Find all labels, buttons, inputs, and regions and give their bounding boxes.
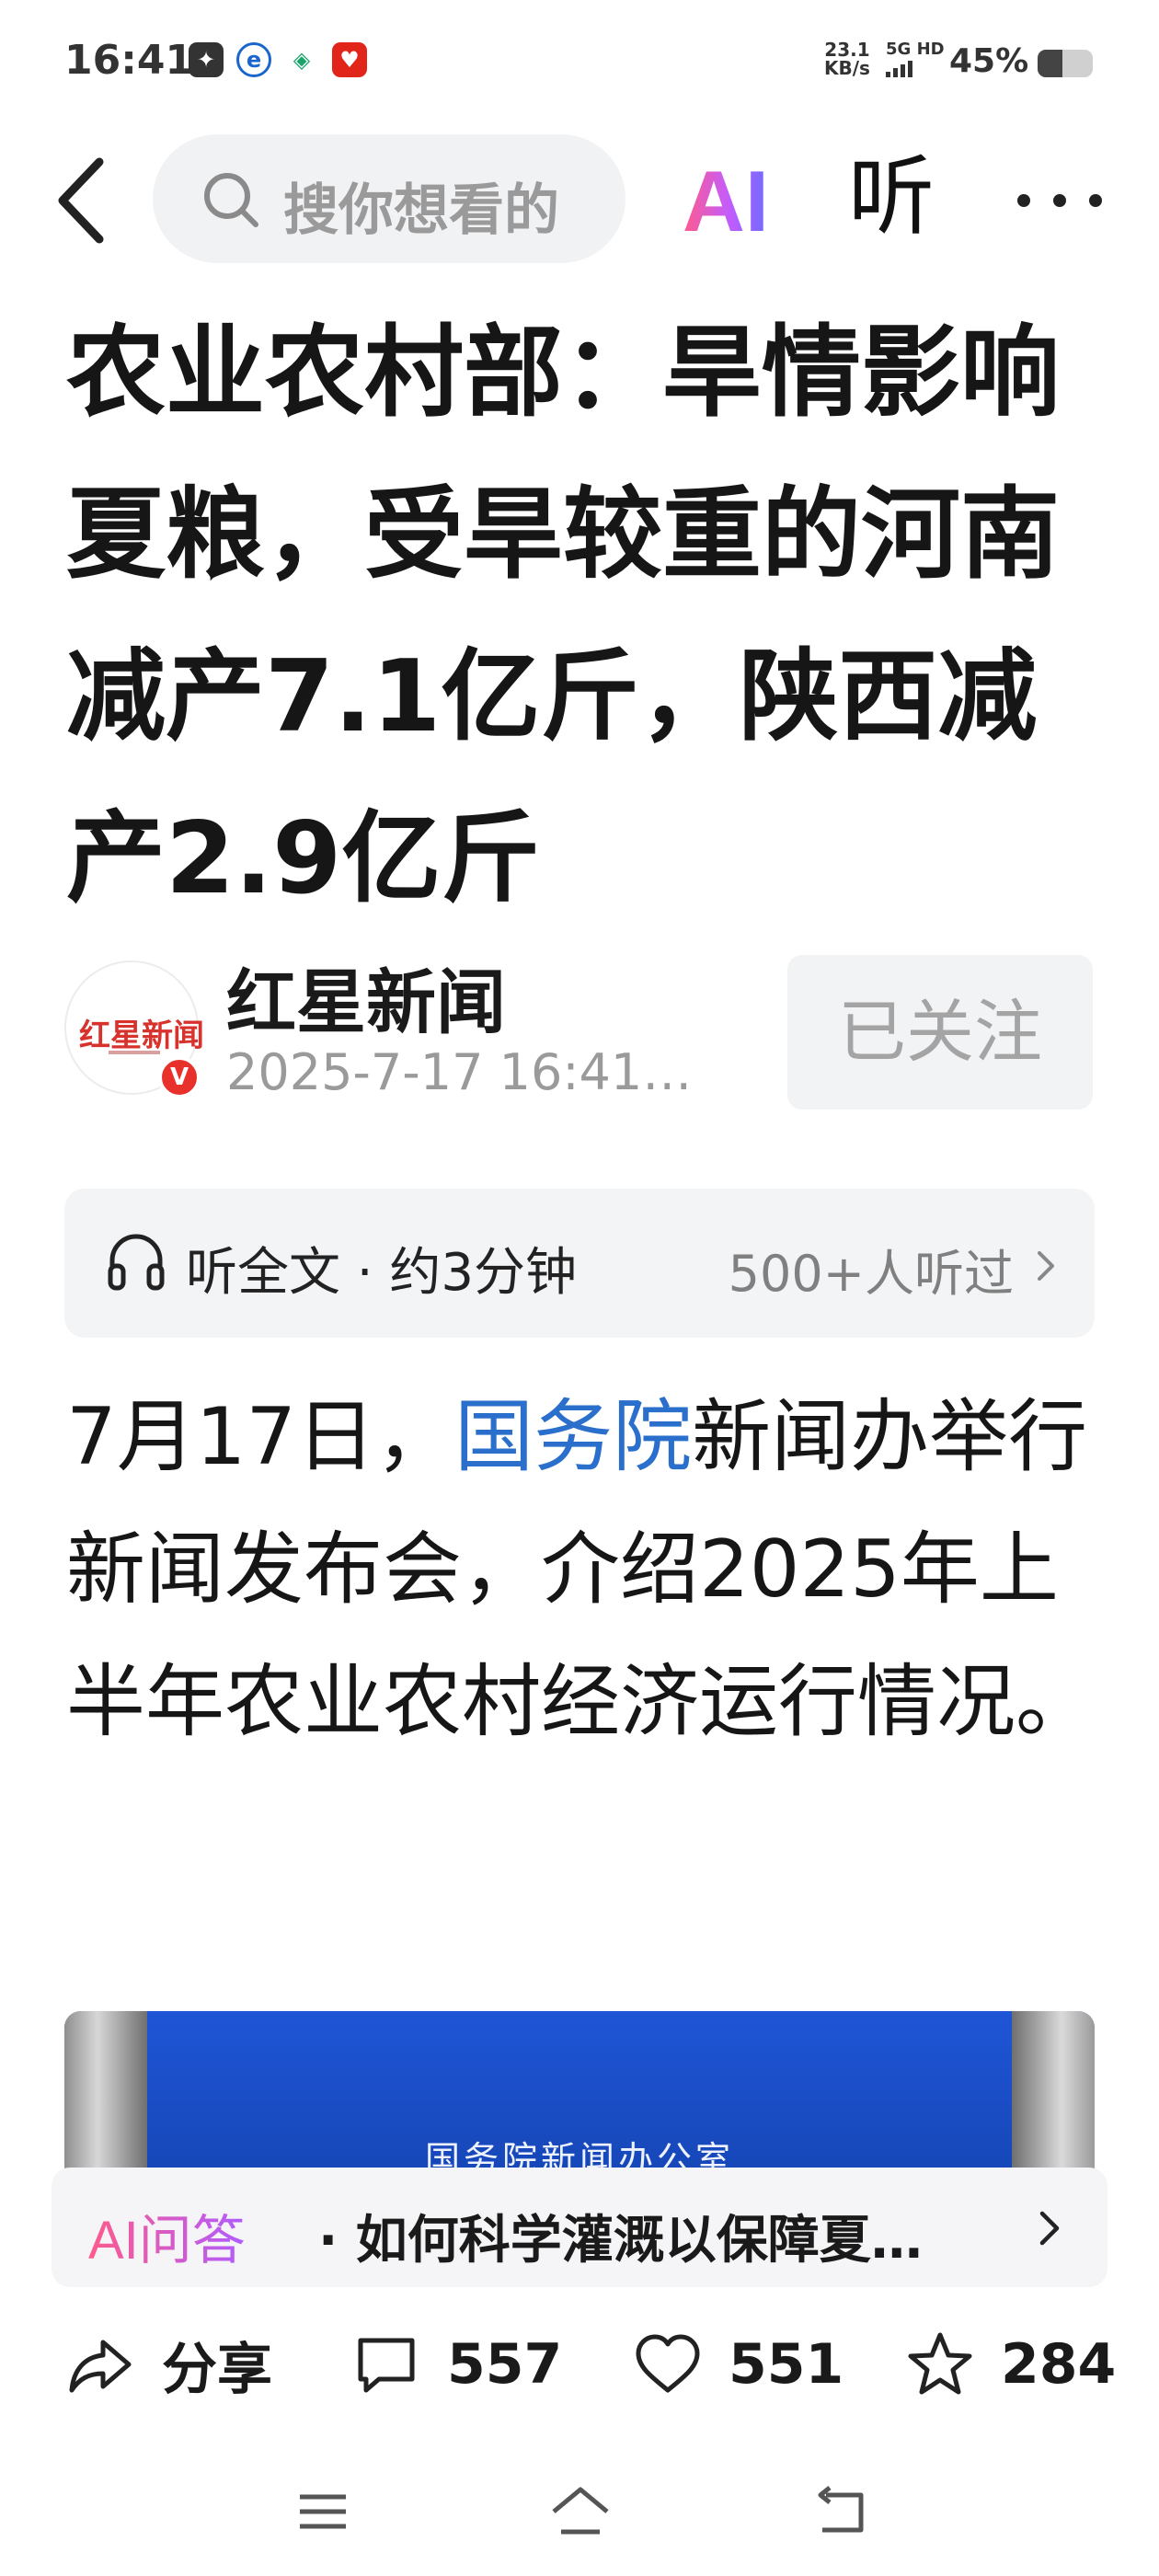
action-bar: 分享 557 551 284 [0,2309,1159,2420]
like-button[interactable]: 551 [633,2328,843,2401]
author-name[interactable]: 红星新闻 [226,946,506,1047]
search-input[interactable]: 搜你想看的 [153,134,625,263]
mobile-carrier-icon: ◈ [284,42,319,77]
entity-link[interactable]: 国务院 [454,1391,692,1483]
net-speed-unit: KB/s [824,57,870,79]
dot-icon [1017,194,1030,207]
comments-button[interactable]: 557 [351,2328,562,2401]
likes-count: 551 [729,2332,844,2397]
back-nav-icon[interactable] [809,2484,874,2539]
listen-button[interactable]: 听 [848,147,935,248]
share-label: 分享 [162,2337,272,2402]
listen-count: 500+人听过 [728,1245,1014,1303]
signal-bars-icon [886,61,945,77]
article-body: 7月17日，国务院新闻办举行新闻发布会，介绍2025年上半年农业农村经济运行情况… [66,1371,1096,1768]
ai-qa-label: AI问答 [88,2197,246,2274]
avatar-logo-text: 红星新闻 [79,1018,204,1054]
listen-full-text-bar[interactable]: 听全文 · 约3分钟 500+人听过 [64,1189,1095,1338]
share-button[interactable]: 分享 [66,2328,272,2402]
article-title: 农业农村部：旱情影响夏粮，受旱较重的河南减产7.1亿斤，陕西减产2.9亿斤 [66,316,1061,916]
body-text-part: 7月17日， [66,1391,455,1483]
signal-label: 5G HD [886,40,945,59]
heart-icon [636,2334,700,2393]
article-image[interactable]: 国务院新闻办公室 [64,2011,1095,2173]
home-icon[interactable] [548,2484,613,2539]
signal-indicator: 5G HD [886,40,945,77]
chevron-right-icon [1039,2211,1060,2246]
avatar-logo-underline [109,1051,160,1054]
dot-icon [1089,194,1102,207]
battery-fill [1038,50,1062,77]
share-icon [69,2340,132,2393]
net-speed-value: 23.1 [824,39,870,61]
follow-button[interactable]: 已关注 [787,955,1093,1110]
back-button[interactable] [52,155,116,247]
battery-percent: 45% [949,42,1029,80]
comments-count: 557 [447,2332,563,2397]
system-nav-bar [0,2466,1159,2558]
comment-icon [358,2338,415,2393]
status-time: 16:41 [64,37,194,84]
chevron-right-icon [1038,1251,1054,1281]
ai-button[interactable]: AI [683,151,769,252]
chevron-left-icon [58,157,104,244]
shopping-app-icon: ♥ [332,42,367,77]
favorite-button[interactable]: 284 [905,2328,1116,2401]
favorites-count: 284 [1001,2332,1117,2397]
search-icon [204,173,258,227]
status-bar: 16:41 ✦ e ◈ ♥ 23.1 KB/s 5G HD 45% [0,0,1159,129]
app-notification-icon: ✦ [189,42,224,77]
listen-full-text-label: 听全文 · 约3分钟 [186,1243,578,1303]
dot-icon [1053,194,1066,207]
star-icon [908,2332,972,2395]
article-page: 16:41 ✦ e ◈ ♥ 23.1 KB/s 5G HD 45% 搜你想看的 … [0,0,1159,2576]
battery-icon [1038,50,1093,77]
menu-icon[interactable] [291,2484,355,2539]
verified-badge-icon: V [158,1056,201,1098]
ai-qa-question: · 如何科学灌溉以保障夏… [318,2211,923,2271]
browser-notification-icon: e [236,42,271,77]
ai-qa-bar[interactable]: AI问答 · 如何科学灌溉以保障夏… [52,2168,1107,2287]
publish-date: 2025-7-17 16:41… [226,1043,693,1101]
headphone-icon [108,1234,165,1291]
more-options-button[interactable] [1017,164,1102,237]
search-placeholder: 搜你想看的 [283,178,559,243]
network-speed: 23.1 KB/s [824,40,870,77]
notification-icons: ✦ e ◈ ♥ [189,42,367,77]
